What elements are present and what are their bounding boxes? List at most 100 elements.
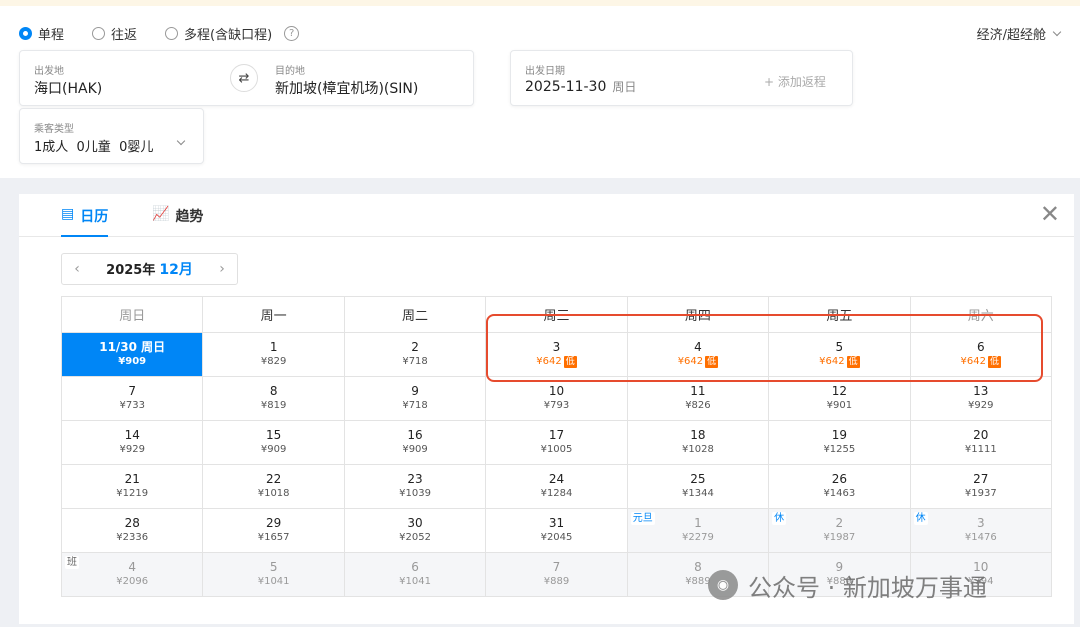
calendar-day[interactable]: 29 ¥1657 <box>203 509 345 553</box>
day-price-row: ¥826 <box>685 399 710 413</box>
calendar-day[interactable]: 3 ¥642 低 <box>486 333 628 377</box>
day-number: 30 <box>407 516 423 530</box>
origin-value[interactable]: 海口(HAK) <box>34 78 102 98</box>
day-number: 6 <box>976 340 985 354</box>
calendar-day[interactable]: 元旦 1 ¥2279 <box>627 509 770 553</box>
calendar-day[interactable]: 休 3 ¥1476 <box>910 509 1052 553</box>
help-icon[interactable]: ? <box>284 25 300 41</box>
calendar-day[interactable]: 6 ¥1041 <box>344 553 487 597</box>
day-price-row: ¥1219 <box>116 487 148 501</box>
day-number: 31 <box>548 516 565 530</box>
holiday-tag: 休 <box>772 512 787 525</box>
day-number: 29 <box>265 516 282 530</box>
day-number: 27 <box>973 472 989 486</box>
chevron-left-icon[interactable]: ‹ <box>62 261 92 277</box>
day-number: 16 <box>407 428 423 442</box>
day-price-row: ¥909 <box>261 443 286 457</box>
depart-weekday: 周日 <box>612 80 637 94</box>
day-price: ¥901 <box>826 400 853 411</box>
calendar-day[interactable]: 7 ¥733 <box>62 377 204 421</box>
day-number: 7 <box>128 384 137 398</box>
calendar-day[interactable]: 26 ¥1463 <box>769 465 911 509</box>
holiday-tag: 元旦 <box>630 512 655 525</box>
calendar-day[interactable]: 2 ¥718 <box>344 333 487 377</box>
calendar-day[interactable]: 30 ¥2052 <box>344 509 487 553</box>
calendar-day[interactable]: 16 ¥909 <box>344 421 487 465</box>
day-price: ¥1041 <box>399 576 431 587</box>
calendar-day[interactable]: 19 ¥1255 <box>769 421 911 465</box>
calendar-day[interactable]: 4 ¥642 低 <box>627 333 770 377</box>
calendar-day[interactable]: 20 ¥1111 <box>910 421 1052 465</box>
tab-trend[interactable]: 📈 趋势 <box>152 206 203 237</box>
day-number: 8 <box>269 384 278 398</box>
day-price-row: ¥2279 <box>682 531 714 545</box>
tab-label: 趋势 <box>175 209 204 225</box>
day-number: 2 <box>411 340 419 354</box>
day-price: ¥793 <box>543 400 570 411</box>
day-price: ¥1937 <box>964 488 997 499</box>
day-number: 12 <box>831 384 847 398</box>
calendar-day[interactable]: 9 ¥718 <box>344 377 487 421</box>
tab-calendar[interactable]: ▤ 日历 <box>61 206 109 237</box>
calendar-day[interactable]: 18 ¥1028 <box>627 421 770 465</box>
add-return-button[interactable]: + 添加返程 <box>764 73 826 90</box>
destination-value[interactable]: 新加坡(樟宜机场)(SIN) <box>275 78 418 98</box>
calendar-day[interactable]: 13 ¥929 <box>910 377 1052 421</box>
day-price-row: ¥1111 <box>965 443 997 457</box>
month-label: 2025年 12月 <box>92 259 207 279</box>
calendar-day[interactable]: 27 ¥1937 <box>910 465 1052 509</box>
depart-date: 2025-11-30 <box>525 79 607 95</box>
day-price-row: ¥889 <box>544 575 569 589</box>
chevron-right-icon[interactable]: › <box>207 261 237 277</box>
day-price-row: ¥733 <box>119 399 144 413</box>
calendar-day[interactable]: 31 ¥2045 <box>486 509 628 553</box>
departure-date-field[interactable]: 出发日期 2025-11-30 周日 + 添加返程 <box>510 50 853 106</box>
cabin-class-dropdown[interactable]: 经济/超经舱 <box>977 24 1062 43</box>
calendar-day[interactable]: 17 ¥1005 <box>486 421 628 465</box>
day-price-row: ¥793 <box>544 399 569 413</box>
trip-option-oneway[interactable]: 单程 <box>19 24 64 43</box>
calendar-day[interactable]: 24 ¥1284 <box>486 465 628 509</box>
day-price-row: ¥1005 <box>541 443 573 457</box>
trip-option-multicity[interactable]: 多程(含缺口程) <box>165 24 272 43</box>
weekday-header: 周四 <box>627 297 770 333</box>
calendar-day[interactable]: 15 ¥909 <box>203 421 345 465</box>
close-icon[interactable]: ✕ <box>1040 202 1060 226</box>
trip-option-roundtrip[interactable]: 往返 <box>92 24 137 43</box>
trip-option-label: 多程(含缺口程) <box>184 27 273 43</box>
calendar-day[interactable]: 5 ¥1041 <box>203 553 345 597</box>
calendar-day[interactable]: 21 ¥1219 <box>62 465 204 509</box>
day-price-row: ¥909 <box>402 443 427 457</box>
day-price: ¥819 <box>260 400 287 411</box>
day-price: ¥1255 <box>823 444 856 455</box>
calendar-day[interactable]: 12 ¥901 <box>769 377 911 421</box>
calendar-day[interactable]: 22 ¥1018 <box>203 465 345 509</box>
passenger-value: 1成人 0儿童 0婴儿 <box>34 140 154 155</box>
calendar-day[interactable]: 10 ¥793 <box>486 377 628 421</box>
calendar-day-selected[interactable]: 11/30 周日 ¥909 <box>62 333 204 377</box>
calendar-day[interactable]: 休 2 ¥1987 <box>769 509 911 553</box>
swap-route-icon[interactable]: ⇄ <box>230 64 258 92</box>
day-price-row: ¥829 <box>261 355 286 369</box>
calendar-day[interactable]: 7 ¥889 <box>486 553 628 597</box>
trend-chart-icon: 📈 <box>152 206 170 222</box>
calendar-panel: ▤ 日历 📈 趋势 ✕ ‹ 2025年 12月 › 周日 周一 周二 周三 周四 周五 周六 1… <box>19 194 1074 624</box>
day-number: 11/30 周日 <box>99 340 166 354</box>
calendar-day[interactable]: 23 ¥1039 <box>344 465 487 509</box>
calendar-day[interactable]: 28 ¥2336 <box>62 509 204 553</box>
year-text: 2025年 <box>106 263 156 278</box>
calendar-day[interactable]: 班 4 ¥2096 <box>62 553 204 597</box>
calendar-day[interactable]: 25 ¥1344 <box>627 465 770 509</box>
calendar-day[interactable]: 11 ¥826 <box>627 377 770 421</box>
calendar-day[interactable]: 14 ¥929 <box>62 421 204 465</box>
weekday-header: 周日 <box>62 297 204 333</box>
calendar-day[interactable]: 6 ¥642 低 <box>910 333 1052 377</box>
passenger-field[interactable]: 乘客类型 1成人 0儿童 0婴儿 <box>19 108 204 164</box>
day-price-row: ¥929 <box>119 443 144 457</box>
calendar-icon: ▤ <box>61 206 75 222</box>
calendar-day[interactable]: 1 ¥829 <box>203 333 345 377</box>
trip-type-selector: 单程 往返 多程(含缺口程) ? <box>19 24 300 43</box>
calendar-day[interactable]: 8 ¥819 <box>203 377 345 421</box>
calendar-day[interactable]: 5 ¥642 低 <box>769 333 911 377</box>
day-price-row: ¥2045 <box>541 531 573 545</box>
